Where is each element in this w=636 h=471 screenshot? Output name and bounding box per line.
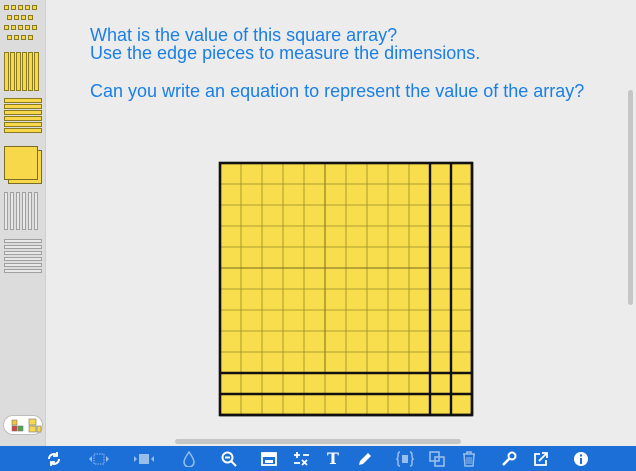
ten-rod-tile bbox=[4, 52, 9, 91]
zoom-out-icon bbox=[221, 451, 237, 467]
text-tool-icon: T bbox=[327, 449, 339, 468]
ten-rod-tile bbox=[4, 110, 42, 115]
vertical-scrollbar[interactable] bbox=[628, 90, 633, 305]
blank-rod-tile bbox=[4, 245, 42, 249]
palette-hundred-flat[interactable] bbox=[4, 146, 44, 186]
blank-rod-tile bbox=[34, 192, 38, 230]
group-tiles-button[interactable] bbox=[86, 446, 112, 471]
workspace-canvas[interactable]: What is the value of this square array? … bbox=[47, 0, 636, 446]
hundred-flat-tile bbox=[4, 146, 38, 180]
rotate-icon bbox=[48, 451, 60, 466]
ten-rod-tile bbox=[4, 98, 42, 103]
share-button[interactable] bbox=[528, 446, 554, 471]
horizontal-scrollbar[interactable] bbox=[175, 439, 461, 444]
wrench-icon bbox=[502, 451, 517, 466]
square-array[interactable] bbox=[218, 161, 476, 420]
blank-rod-tile bbox=[28, 192, 32, 230]
unit-tile bbox=[32, 5, 37, 10]
palette-blank-rods-vertical[interactable] bbox=[4, 192, 42, 232]
ten-rod-tile bbox=[28, 52, 33, 91]
blank-rod-tile bbox=[16, 192, 20, 230]
unit-tile bbox=[32, 25, 37, 30]
ten-rod-tile bbox=[4, 122, 42, 127]
group-tiles-icon bbox=[89, 453, 109, 464]
app-window: What is the value of this square array? … bbox=[0, 0, 636, 471]
unit-tile bbox=[7, 35, 12, 40]
prompt-line-2: Use the edge pieces to measure the dimen… bbox=[90, 43, 481, 63]
info-button[interactable] bbox=[568, 446, 594, 471]
ungroup-tiles-icon bbox=[134, 453, 154, 464]
window-icon bbox=[261, 451, 277, 466]
trash-icon bbox=[463, 450, 475, 467]
window-button[interactable] bbox=[256, 446, 282, 471]
add-subtract-icon bbox=[294, 451, 309, 466]
blank-rod-tile bbox=[4, 269, 42, 273]
unit-tile bbox=[28, 35, 33, 40]
blank-rod-tile bbox=[4, 192, 8, 230]
unit-tile bbox=[11, 25, 16, 30]
unit-tile bbox=[11, 5, 16, 10]
group-bracket-icon bbox=[396, 450, 414, 467]
ten-rod-tile bbox=[4, 128, 42, 133]
unit-tile bbox=[18, 25, 23, 30]
ten-rod-tile bbox=[16, 52, 21, 91]
palette-blank-rods-horizontal[interactable] bbox=[4, 239, 44, 279]
blank-rod-tile bbox=[4, 239, 42, 243]
zoom-out-button[interactable] bbox=[216, 446, 242, 471]
share-icon bbox=[534, 451, 548, 466]
ungroup-tiles-button[interactable] bbox=[131, 446, 157, 471]
info-icon bbox=[574, 451, 588, 466]
unit-tile bbox=[21, 15, 26, 20]
text-tool-button[interactable]: T bbox=[320, 446, 346, 471]
pen-icon bbox=[359, 452, 371, 465]
tile-palette bbox=[0, 0, 46, 446]
unit-tile bbox=[28, 15, 33, 20]
duplicate-button[interactable] bbox=[424, 446, 450, 471]
unit-tile bbox=[14, 15, 19, 20]
group-bracket-button[interactable] bbox=[392, 446, 418, 471]
pen-button[interactable] bbox=[352, 446, 378, 471]
palette-ten-rods-horizontal[interactable] bbox=[4, 98, 44, 138]
unit-tile bbox=[14, 35, 19, 40]
palette-ten-rods-vertical[interactable] bbox=[4, 52, 42, 92]
unit-tile bbox=[21, 35, 26, 40]
unit-tile bbox=[25, 5, 30, 10]
tiles-toggle-icon bbox=[11, 418, 42, 433]
unit-tile bbox=[4, 25, 9, 30]
trash-button[interactable] bbox=[456, 446, 482, 471]
prompt-line-3: Can you write an equation to represent t… bbox=[90, 81, 585, 101]
blank-rod-tile bbox=[10, 192, 14, 230]
ten-rod-tile bbox=[10, 52, 15, 91]
add-subtract-button[interactable] bbox=[288, 446, 314, 471]
ten-rod-tile bbox=[4, 116, 42, 121]
unit-tile bbox=[25, 25, 30, 30]
blank-rod-tile bbox=[4, 251, 42, 255]
blank-rod-tile bbox=[4, 257, 42, 261]
unit-tile bbox=[18, 5, 23, 10]
unit-tile bbox=[4, 5, 9, 10]
unit-tile bbox=[7, 15, 12, 20]
settings-button[interactable] bbox=[496, 446, 522, 471]
bottom-toolbar: T bbox=[0, 446, 636, 471]
rotate-button[interactable] bbox=[41, 446, 67, 471]
palette-mode-toggle[interactable] bbox=[3, 415, 43, 435]
palette-ones-pieces[interactable] bbox=[4, 5, 42, 47]
drop-icon bbox=[183, 450, 195, 467]
drop-button[interactable] bbox=[176, 446, 202, 471]
blank-rod-tile bbox=[22, 192, 26, 230]
ten-rod-tile bbox=[22, 52, 27, 91]
blank-rod-tile bbox=[4, 263, 42, 267]
ten-rod-tile bbox=[4, 104, 42, 109]
ten-rod-tile bbox=[34, 52, 39, 91]
duplicate-icon bbox=[429, 450, 445, 467]
